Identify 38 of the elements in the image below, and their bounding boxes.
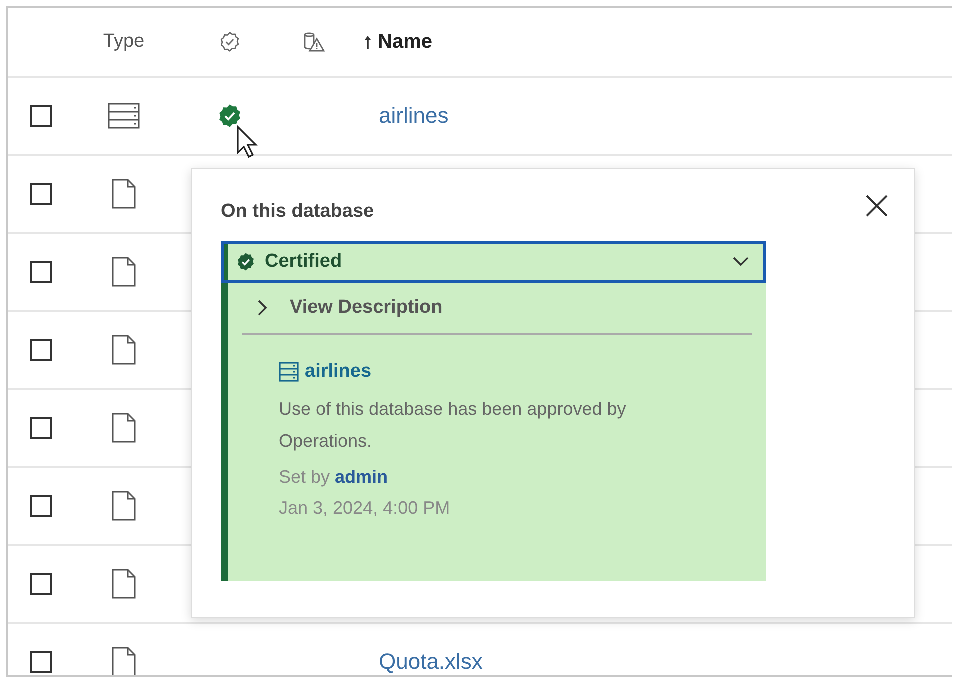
sort-ascending-icon <box>364 35 372 49</box>
row-checkbox[interactable] <box>30 651 52 673</box>
file-icon <box>112 569 136 599</box>
row-checkbox[interactable] <box>30 339 52 361</box>
certification-note: Use of this database has been approved by Operations. <box>279 398 628 453</box>
file-icon <box>112 257 136 287</box>
row-checkbox[interactable] <box>30 573 52 595</box>
close-icon[interactable] <box>865 194 889 218</box>
file-icon <box>112 647 136 675</box>
view-description-toggle[interactable]: View Description <box>242 283 752 335</box>
row-checkbox[interactable] <box>30 105 52 127</box>
item-name-link[interactable]: airlines <box>379 103 449 129</box>
certified-badge-icon <box>236 252 256 272</box>
mouse-pointer-icon <box>236 125 260 159</box>
certification-date: Jan 3, 2024, 4:00 PM <box>279 498 452 519</box>
row-checkbox[interactable] <box>30 495 52 517</box>
user-link[interactable]: admin <box>335 467 388 487</box>
asset-link[interactable]: airlines <box>279 361 752 383</box>
chevron-icon <box>258 300 268 316</box>
row-checkbox[interactable] <box>30 417 52 439</box>
database-warning-icon[interactable] <box>302 30 326 54</box>
row-checkbox[interactable] <box>30 183 52 205</box>
database-icon <box>108 103 140 129</box>
database-icon <box>279 362 299 382</box>
set-by-text: Set by admin <box>279 467 390 488</box>
row-checkbox[interactable] <box>30 261 52 283</box>
chevron-icon <box>733 257 749 267</box>
certified-badge-icon[interactable] <box>219 31 241 53</box>
column-header[interactable]: Type <box>103 31 145 53</box>
certification-header[interactable]: Certified <box>221 241 766 283</box>
file-icon <box>112 179 136 209</box>
file-icon <box>112 491 136 521</box>
file-icon <box>112 413 136 443</box>
certified-badge-icon[interactable] <box>217 103 243 129</box>
item-name-link[interactable]: Quota.xlsx <box>379 649 483 675</box>
sort-column-header[interactable]: Name <box>364 30 432 54</box>
file-icon <box>112 335 136 365</box>
popover-title: On this database <box>221 201 374 223</box>
